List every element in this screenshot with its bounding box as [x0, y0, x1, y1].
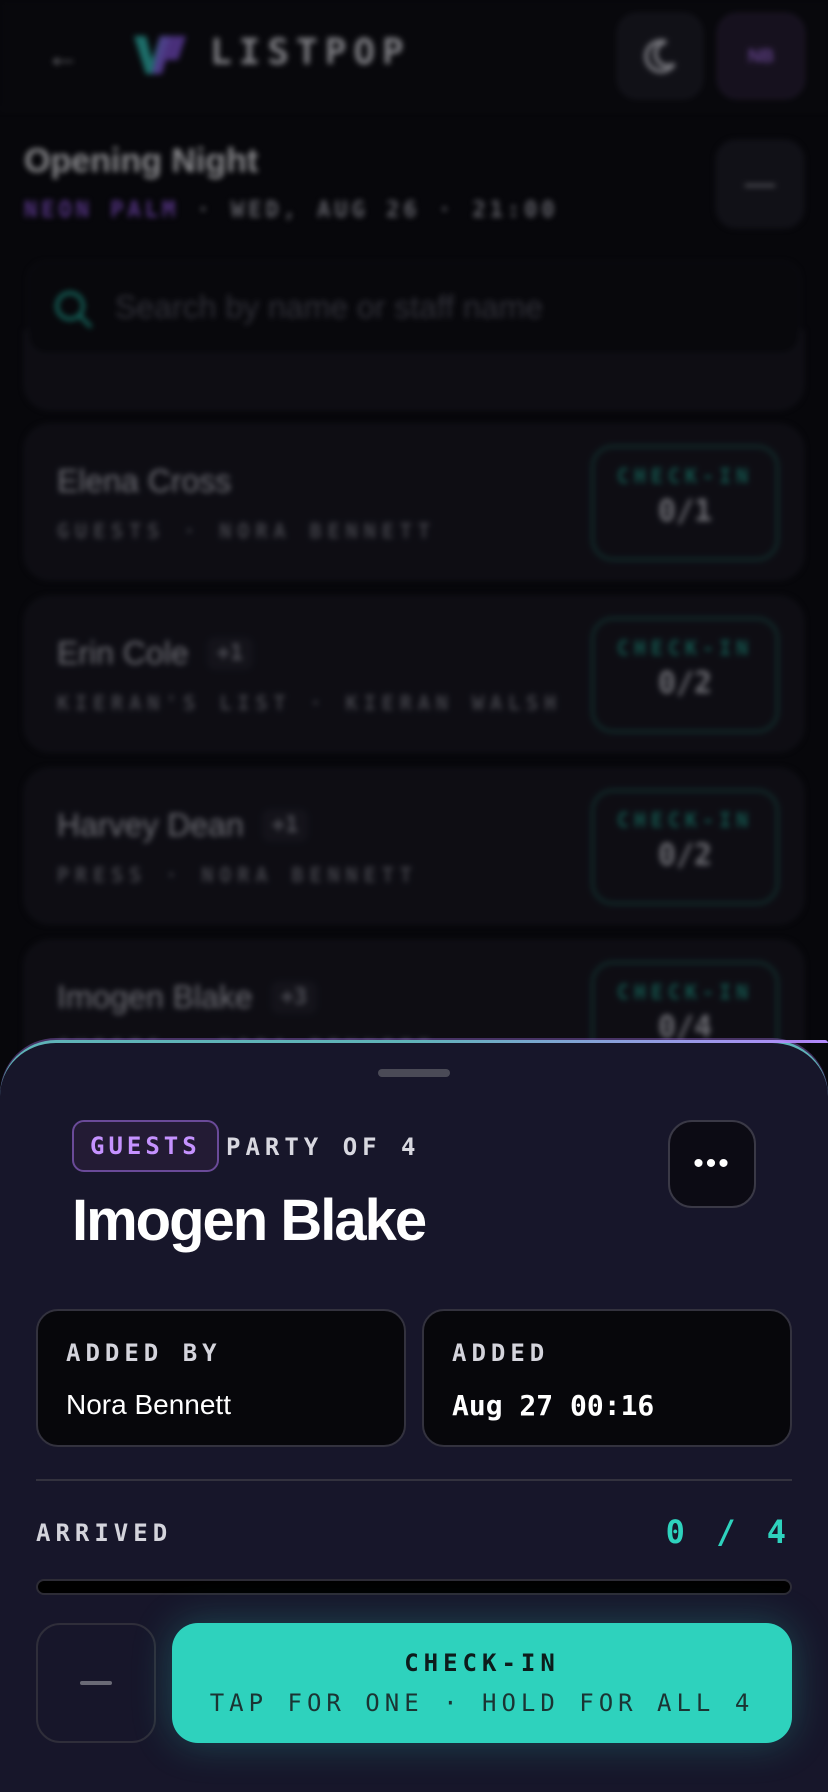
sheet-drag-handle[interactable]: [378, 1069, 450, 1077]
divider: [36, 1479, 792, 1481]
arrival-progress-bar: [36, 1579, 792, 1595]
checkin-button-hint: TAP FOR ONE · HOLD FOR ALL 4: [209, 1689, 755, 1717]
party-size: PARTY OF 4: [226, 1133, 421, 1161]
more-options-button[interactable]: •••: [668, 1120, 756, 1208]
added-by-label: ADDED BY: [66, 1339, 222, 1367]
arrived-label: ARRIVED: [36, 1519, 173, 1547]
guest-name-title: Imogen Blake: [72, 1188, 427, 1253]
list-tag-badge: GUESTS: [72, 1120, 219, 1172]
checkin-main-button[interactable]: CHECK-IN TAP FOR ONE · HOLD FOR ALL 4: [172, 1623, 792, 1743]
added-label: ADDED: [452, 1339, 550, 1367]
decrement-button[interactable]: [36, 1623, 156, 1743]
added-by-card: ADDED BY Nora Bennett: [36, 1309, 406, 1447]
minus-icon: [80, 1681, 112, 1685]
more-icon: •••: [693, 1147, 731, 1180]
checkin-button-label: CHECK-IN: [404, 1649, 560, 1677]
guest-detail-sheet: GUESTS PARTY OF 4 ••• Imogen Blake ADDED…: [0, 1040, 828, 1792]
arrived-count: 0 / 4: [665, 1513, 792, 1551]
added-by-value: Nora Bennett: [66, 1389, 231, 1420]
added-value: Aug 27 00:16: [452, 1389, 655, 1422]
added-date-card: ADDED Aug 27 00:16: [422, 1309, 792, 1447]
